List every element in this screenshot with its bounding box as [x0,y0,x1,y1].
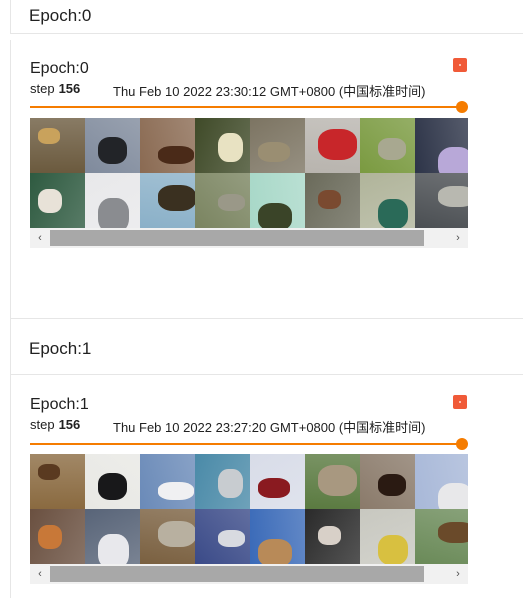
thumbnail-subject [158,521,195,547]
image-thumbnail [30,173,85,228]
image-thumbnail [195,118,250,173]
image-card-epoch-1: Epoch:1 step 156 Thu Feb 10 2022 23:27:20… [10,375,523,598]
step-label: step [30,417,55,432]
image-thumbnail [85,454,140,509]
section-title: Epoch:1 [29,339,92,358]
image-thumbnail [250,118,305,173]
thumbnail-subject [38,464,60,480]
thumbnail-subject [38,189,62,213]
section-header-epoch-0[interactable]: Epoch:0 [10,0,523,34]
thumbnail-subject [258,203,292,228]
image-thumbnail [140,509,195,564]
thumbnail-subject [318,129,357,160]
image-thumbnail [30,454,85,509]
scrollbar-thumb[interactable] [50,230,424,246]
image-grid [30,454,468,564]
thumbnail-subject [438,147,468,173]
image-thumbnail [195,454,250,509]
scroll-right-icon[interactable]: › [448,228,468,248]
thumbnail-subject [218,133,243,162]
timestamp: Thu Feb 10 2022 23:30:12 GMT+0800 (中国标准时… [113,84,426,99]
step-slider[interactable] [30,438,468,450]
image-thumbnail [360,454,415,509]
slider-track[interactable] [30,443,462,445]
section-title: Epoch:0 [29,6,92,25]
thumbnail-subject [378,535,408,564]
thumbnail-subject [438,522,468,543]
thumbnail-subject [98,198,129,228]
scrollbar-thumb[interactable] [50,566,424,582]
thumbnail-subject [378,138,406,160]
card-menu-icon[interactable] [453,58,467,72]
image-thumbnail [250,454,305,509]
image-thumbnail [415,509,468,564]
image-thumbnail [415,173,468,228]
step-slider[interactable] [30,101,468,113]
image-thumbnail [85,509,140,564]
thumbnail-subject [158,185,195,211]
thumbnail-subject [98,473,127,500]
image-thumbnail [195,173,250,228]
image-thumbnail [140,173,195,228]
image-thumbnail [305,173,360,228]
image-thumbnail [360,173,415,228]
step-value: 156 [58,417,81,432]
slider-thumb[interactable] [456,438,468,450]
slider-track[interactable] [30,106,462,108]
thumbnail-subject [438,483,468,509]
image-thumbnail [415,454,468,509]
thumbnail-subject [218,469,243,498]
thumbnail-subject [38,525,62,549]
image-thumbnail [305,509,360,564]
image-thumbnail [250,173,305,228]
image-card-epoch-0: Epoch:0 step 156 Thu Feb 10 2022 23:30:12… [10,40,523,318]
thumbnail-subject [38,128,60,144]
image-thumbnail [415,118,468,173]
image-thumbnail [250,509,305,564]
image-thumbnail [30,118,85,173]
thumbnail-subject [438,186,468,207]
step-value: 156 [58,81,81,96]
card-menu-icon[interactable] [453,395,467,409]
scroll-left-icon[interactable]: ‹ [30,564,50,584]
step-label: step [30,81,55,96]
step-info: step 156 Thu Feb 10 2022 23:27:20 GMT+080… [30,417,468,435]
card-title: Epoch:0 [30,60,89,77]
thumbnail-subject [318,465,357,496]
scroll-right-icon[interactable]: › [448,564,468,584]
thumbnail-subject [98,534,129,564]
image-thumbnail [360,118,415,173]
horizontal-scrollbar[interactable]: ‹ › [30,228,468,248]
image-thumbnail [85,118,140,173]
thumbnail-subject [98,137,127,164]
thumbnail-subject [378,199,408,228]
thumbnail-subject [378,474,406,496]
image-thumbnail [30,509,85,564]
thumbnail-subject [318,190,341,209]
slider-thumb[interactable] [456,101,468,113]
image-thumbnail [305,118,360,173]
thumbnail-subject [158,146,194,164]
thumbnail-subject [258,478,290,498]
horizontal-scrollbar[interactable]: ‹ › [30,564,468,584]
card-title: Epoch:1 [30,396,89,413]
image-grid [30,118,468,228]
scroll-left-icon[interactable]: ‹ [30,228,50,248]
image-thumbnail [360,509,415,564]
thumbnail-subject [218,530,245,547]
thumbnail-subject [258,539,292,564]
step-info: step 156 Thu Feb 10 2022 23:30:12 GMT+080… [30,81,468,99]
thumbnail-subject [318,526,341,545]
image-thumbnail [140,454,195,509]
image-thumbnail [195,509,250,564]
image-thumbnail [140,118,195,173]
thumbnail-subject [158,482,194,500]
thumbnail-subject [218,194,245,211]
thumbnail-subject [258,142,290,162]
section-header-epoch-1[interactable]: Epoch:1 [10,318,523,375]
image-thumbnail [85,173,140,228]
image-thumbnail [305,454,360,509]
timestamp: Thu Feb 10 2022 23:27:20 GMT+0800 (中国标准时… [113,420,426,435]
